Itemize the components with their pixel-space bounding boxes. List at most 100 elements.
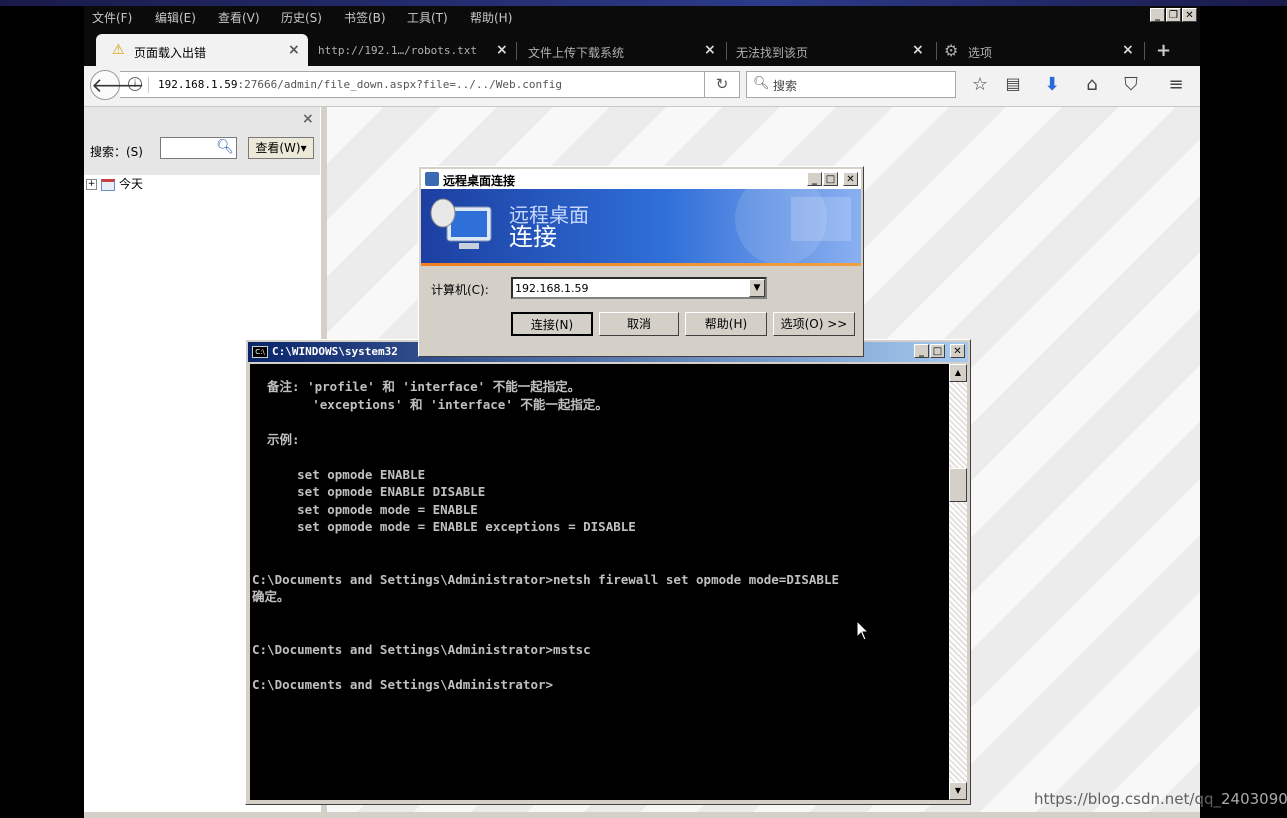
sidebar-view-button[interactable]: 查看(W)▾ xyxy=(248,137,314,159)
hamburger-menu-icon[interactable]: ≡ xyxy=(1164,74,1188,95)
rdp-minimize-button[interactable]: _ xyxy=(807,172,822,186)
computer-combobox[interactable]: 192.168.1.59 ▼ xyxy=(511,277,767,299)
back-arrow-icon: 🡐 xyxy=(91,73,145,97)
tab-label: 文件上传下载系统 xyxy=(528,46,625,60)
tab-strip: ⚠ 页面载入出错 × http://192.1…/robots.txt × 文件… xyxy=(84,28,1200,66)
menu-bar: 文件(F) 编辑(E) 查看(V) 历史(S) 书签(B) 工具(T) 帮助(H… xyxy=(84,6,1200,28)
tab-label: 页面载入出错 xyxy=(134,46,207,60)
console-title: C:\WINDOWS\system32 xyxy=(272,345,398,358)
scroll-up-arrow-icon[interactable]: ▲ xyxy=(949,364,967,382)
rdp-banner: 远程桌面 连接 xyxy=(421,189,861,265)
tab-label: 无法找到该页 xyxy=(736,46,809,60)
tab-page-not-found[interactable]: 无法找到该页 × xyxy=(730,34,930,66)
rdp-titlebar[interactable]: 远程桌面连接 _ □ ✕ xyxy=(421,169,861,189)
rdp-banner-line2: 连接 xyxy=(509,223,557,251)
rdp-banner-decoration xyxy=(735,189,851,265)
close-button[interactable]: ✕ xyxy=(1182,8,1197,22)
console-output[interactable]: 备注: 'profile' 和 'interface' 不能一起指定。 'exc… xyxy=(250,364,949,800)
close-icon[interactable]: × xyxy=(302,111,314,127)
sidebar-search-input[interactable]: 🔍︎ xyxy=(160,137,237,159)
computer-label: 计算机(C): xyxy=(431,283,489,297)
tree-item-today[interactable]: 今天 xyxy=(119,177,143,191)
watermark-suffix: 24030907 xyxy=(1221,790,1287,808)
bookmark-star-icon[interactable]: ☆ xyxy=(968,74,992,95)
console-close-button[interactable]: ✕ xyxy=(950,344,965,358)
rdp-app-icon xyxy=(425,172,439,186)
search-placeholder: 搜索 xyxy=(773,79,798,93)
computer-value: 192.168.1.59 xyxy=(515,282,589,295)
console-scrollbar[interactable]: ▲ ▼ xyxy=(949,364,967,800)
mouse-cursor-icon xyxy=(856,620,870,641)
home-icon[interactable]: ⌂ xyxy=(1080,74,1104,95)
console-icon: C:\ xyxy=(252,346,268,358)
url-text: 192.168.1.59:27666/admin/file_down.aspx?… xyxy=(158,78,562,91)
tab-label: 选项 xyxy=(968,46,993,60)
navigation-toolbar: i 192.168.1.59:27666/admin/file_down.asp… xyxy=(84,66,1200,107)
remote-desktop-dialog: 远程桌面连接 _ □ ✕ 远程桌面 连接 计算机(C): 192.168.1.5… xyxy=(418,166,864,357)
reading-list-icon[interactable]: ▤ xyxy=(1001,74,1025,93)
menu-help[interactable]: 帮助(H) xyxy=(470,9,512,26)
rdp-title: 远程桌面连接 xyxy=(443,174,516,188)
history-tree: + 今天 xyxy=(86,175,143,192)
rdp-maximize-button[interactable]: □ xyxy=(823,172,838,186)
rdp-close-button[interactable]: ✕ xyxy=(843,172,858,186)
tab-label: http://192.1…/robots.txt xyxy=(318,44,477,57)
download-icon[interactable]: ⬇ xyxy=(1040,74,1064,95)
new-tab-button[interactable]: + xyxy=(1156,40,1171,61)
sidebar-search-label: 搜索：(S) xyxy=(90,145,143,159)
url-host: 192.168.1.59 xyxy=(158,78,238,91)
menu-history[interactable]: 历史(S) xyxy=(281,9,322,26)
console-maximize-button[interactable]: □ xyxy=(930,344,945,358)
tab-separator xyxy=(936,42,937,60)
menu-bookmarks[interactable]: 书签(B) xyxy=(344,9,386,26)
console-minimize-button[interactable]: _ xyxy=(914,344,929,358)
connect-button[interactable]: 连接(N) xyxy=(511,312,593,336)
tab-page-load-error[interactable]: ⚠ 页面载入出错 × xyxy=(96,34,308,66)
scroll-down-arrow-icon[interactable]: ▼ xyxy=(949,782,967,800)
tab-separator xyxy=(1144,42,1145,60)
dropdown-arrow-icon[interactable]: ▼ xyxy=(749,279,765,297)
search-input[interactable]: 🔍︎ 搜索 xyxy=(746,71,956,98)
menu-file[interactable]: 文件(F) xyxy=(92,9,132,26)
url-divider xyxy=(148,77,149,93)
pocket-icon[interactable]: ⛉ xyxy=(1119,74,1143,95)
warning-icon: ⚠ xyxy=(112,42,125,58)
reload-button[interactable]: ↻ xyxy=(704,71,740,98)
close-icon[interactable]: × xyxy=(1122,42,1134,58)
help-button[interactable]: 帮助(H) xyxy=(685,312,767,336)
tab-separator xyxy=(516,42,517,60)
watermark: https://blog.csdn.net/qq_24030907 xyxy=(1034,790,1287,808)
tab-options[interactable]: ⚙ 选项 × xyxy=(940,34,1140,66)
menu-view[interactable]: 查看(V) xyxy=(218,9,260,26)
rdp-banner-stripe xyxy=(421,263,861,266)
menu-tools[interactable]: 工具(T) xyxy=(407,9,448,26)
url-bar[interactable]: i 192.168.1.59:27666/admin/file_down.asp… xyxy=(120,71,740,98)
url-path: :27666/admin/file_down.aspx?file=../../W… xyxy=(237,78,562,91)
sidebar-header: × xyxy=(84,107,320,133)
sidebar-search-row: 搜索：(S) 🔍︎ 查看(W)▾ xyxy=(84,133,320,175)
calendar-icon xyxy=(101,178,115,191)
cancel-button[interactable]: 取消 xyxy=(599,312,679,336)
tab-upload-system[interactable]: 文件上传下载系统 × xyxy=(520,34,720,66)
close-icon[interactable]: × xyxy=(288,42,300,58)
options-button[interactable]: 选项(O) >> xyxy=(773,312,855,336)
magnifier-icon: 🔍︎ xyxy=(216,139,234,155)
taskbar xyxy=(84,812,1200,818)
scroll-thumb[interactable] xyxy=(949,468,967,502)
gear-icon: ⚙ xyxy=(944,41,959,60)
watermark-prefix: https://blog.csdn.net/qq_ xyxy=(1034,790,1221,808)
reload-icon: ↻ xyxy=(715,75,729,93)
tab-robots[interactable]: http://192.1…/robots.txt × xyxy=(312,34,512,66)
tab-separator xyxy=(726,42,727,60)
menu-edit[interactable]: 编辑(E) xyxy=(155,9,196,26)
console-window: C:\ C:\WINDOWS\system32 _ □ ✕ 备注: 'profi… xyxy=(245,339,971,805)
console-text: 备注: 'profile' 和 'interface' 不能一起指定。 'exc… xyxy=(252,379,839,692)
back-button[interactable]: 🡐 xyxy=(90,70,145,100)
rdp-computer-icon xyxy=(430,198,492,249)
expand-icon[interactable]: + xyxy=(86,179,97,190)
close-icon[interactable]: × xyxy=(704,42,716,58)
minimize-button[interactable]: _ xyxy=(1150,8,1165,22)
restore-button[interactable]: ❐ xyxy=(1166,8,1181,22)
close-icon[interactable]: × xyxy=(496,42,508,58)
close-icon[interactable]: × xyxy=(912,42,924,58)
